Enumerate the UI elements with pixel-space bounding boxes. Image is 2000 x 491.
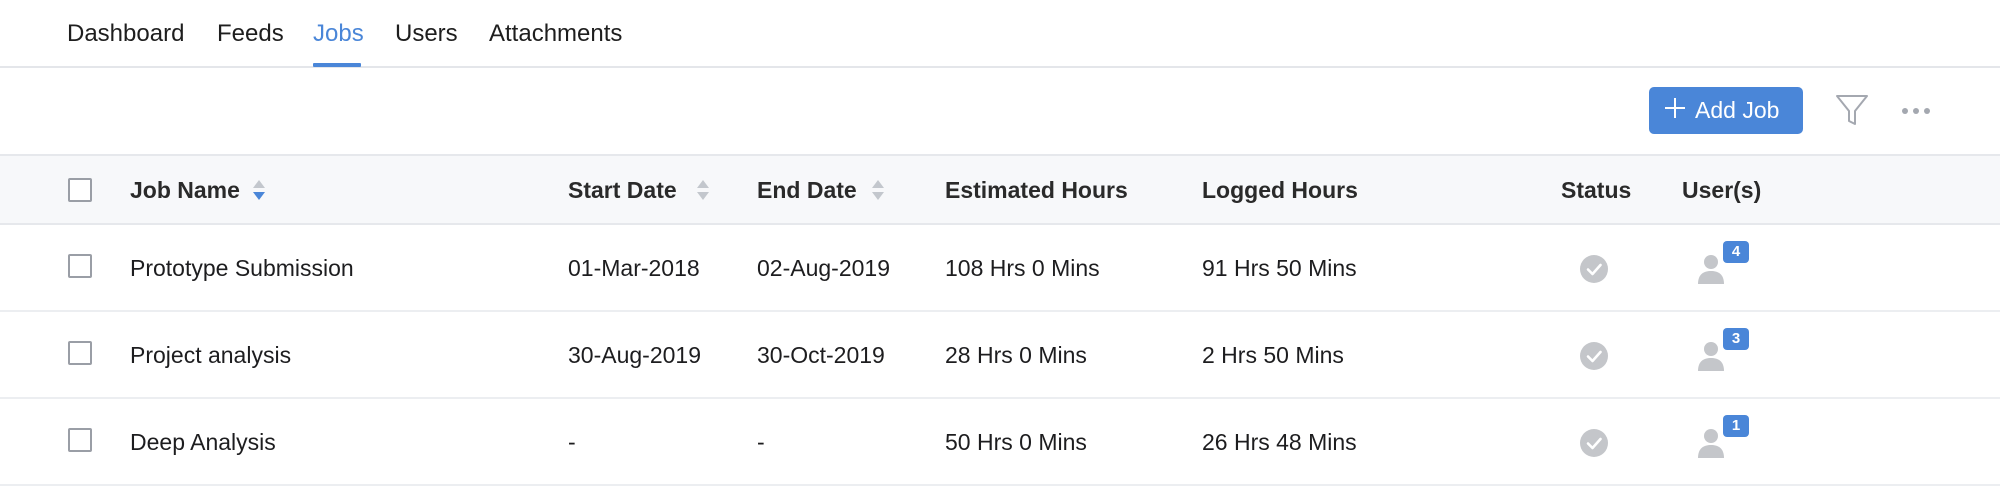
column-logged-hours: Logged Hours bbox=[1202, 177, 1358, 203]
table-row[interactable]: Deep Analysis - - 50 Hrs 0 Mins 26 Hrs 4… bbox=[0, 399, 2000, 486]
table-row[interactable]: Prototype Submission 01-Mar-2018 02-Aug-… bbox=[0, 225, 2000, 312]
column-status: Status bbox=[1561, 177, 1632, 203]
tab-attachments[interactable]: Attachments bbox=[489, 20, 622, 48]
tab-jobs[interactable]: Jobs bbox=[313, 20, 364, 48]
check-circle-icon bbox=[1580, 342, 1608, 370]
table-header: Job Name Start Date End Date Estimated H… bbox=[0, 154, 2000, 225]
logged-hours-cell: 26 Hrs 48 Mins bbox=[1202, 429, 1357, 455]
check-circle-icon bbox=[1580, 429, 1608, 457]
tab-dashboard[interactable]: Dashboard bbox=[67, 20, 184, 48]
select-all-checkbox[interactable] bbox=[68, 178, 92, 202]
toolbar: Add Job bbox=[0, 68, 2000, 154]
start-date-cell: - bbox=[568, 429, 576, 455]
job-name-cell[interactable]: Project analysis bbox=[130, 341, 291, 369]
users-indicator[interactable]: 3 bbox=[1697, 328, 1751, 384]
add-job-button[interactable]: Add Job bbox=[1649, 87, 1803, 134]
filter-icon[interactable] bbox=[1835, 93, 1869, 127]
logged-hours-cell: 2 Hrs 50 Mins bbox=[1202, 342, 1344, 368]
check-circle-icon bbox=[1580, 255, 1608, 283]
start-date-cell: 01-Mar-2018 bbox=[568, 255, 700, 281]
users-count-badge: 1 bbox=[1723, 415, 1749, 437]
more-icon[interactable] bbox=[1901, 106, 1931, 116]
column-end-date[interactable]: End Date bbox=[757, 176, 857, 204]
table-row[interactable]: Project analysis 30-Aug-2019 30-Oct-2019… bbox=[0, 312, 2000, 399]
column-job-name[interactable]: Job Name bbox=[130, 176, 240, 204]
end-date-cell: 02-Aug-2019 bbox=[757, 255, 890, 281]
tab-users[interactable]: Users bbox=[395, 20, 458, 48]
add-job-label: Add Job bbox=[1695, 97, 1780, 123]
column-users: User(s) bbox=[1682, 177, 1762, 203]
sort-start-date-icon[interactable] bbox=[697, 178, 709, 202]
estimated-hours-cell: 50 Hrs 0 Mins bbox=[945, 429, 1087, 455]
sort-end-date-icon[interactable] bbox=[872, 178, 884, 202]
users-indicator[interactable]: 4 bbox=[1697, 241, 1751, 297]
tab-feeds[interactable]: Feeds bbox=[217, 20, 284, 48]
estimated-hours-cell: 108 Hrs 0 Mins bbox=[945, 255, 1100, 281]
tab-bar: Dashboard Feeds Jobs Users Attachments bbox=[0, 0, 2000, 68]
column-estimated-hours: Estimated Hours bbox=[945, 177, 1128, 203]
column-start-date[interactable]: Start Date bbox=[568, 176, 677, 204]
start-date-cell: 30-Aug-2019 bbox=[568, 342, 701, 368]
users-count-badge: 3 bbox=[1723, 328, 1749, 350]
users-count-badge: 4 bbox=[1723, 241, 1749, 263]
active-tab-indicator bbox=[313, 63, 361, 67]
estimated-hours-cell: 28 Hrs 0 Mins bbox=[945, 342, 1087, 368]
job-name-cell[interactable]: Prototype Submission bbox=[130, 254, 354, 282]
end-date-cell: 30-Oct-2019 bbox=[757, 342, 885, 368]
logged-hours-cell: 91 Hrs 50 Mins bbox=[1202, 255, 1357, 281]
row-checkbox[interactable] bbox=[68, 341, 92, 365]
end-date-cell: - bbox=[757, 429, 765, 455]
job-name-cell[interactable]: Deep Analysis bbox=[130, 428, 276, 456]
row-checkbox[interactable] bbox=[68, 428, 92, 452]
plus-icon bbox=[1663, 96, 1687, 120]
users-indicator[interactable]: 1 bbox=[1697, 415, 1751, 471]
row-checkbox[interactable] bbox=[68, 254, 92, 278]
sort-job-name-icon[interactable] bbox=[253, 178, 265, 202]
